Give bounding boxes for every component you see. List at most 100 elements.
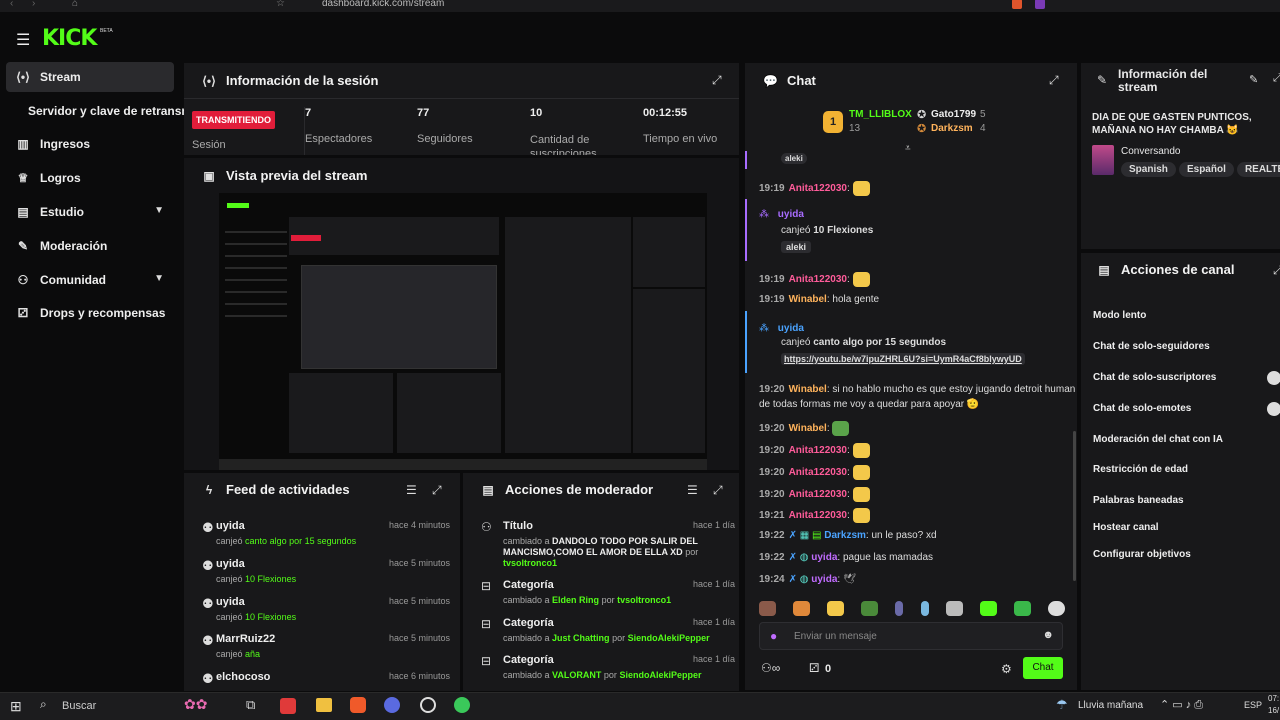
msg-time: 19:24 xyxy=(759,574,785,585)
filter-icon[interactable]: ☰ xyxy=(687,483,698,497)
emote-icon[interactable] xyxy=(793,600,811,616)
msg-user[interactable]: Anita122030 xyxy=(789,183,847,194)
tag-chip[interactable]: REALTEAM xyxy=(1236,162,1280,177)
sidebar-item-estudio[interactable]: ▤ Estudio ▼ xyxy=(6,197,174,227)
mod-by: SiendoAlekiPepper xyxy=(619,670,702,680)
expand-icon[interactable]: ⤢ xyxy=(712,73,722,88)
home-icon[interactable]: ⌂ xyxy=(72,0,78,9)
filter-icon[interactable]: ☰ xyxy=(406,483,417,497)
live-status-badge: TRANSMITIENDO xyxy=(192,111,275,129)
brave-icon[interactable] xyxy=(350,697,366,713)
msg-user[interactable]: Anita122030 xyxy=(789,274,847,285)
mod-by-label: por xyxy=(685,547,699,557)
expand-icon[interactable]: ⤢ xyxy=(1273,263,1280,278)
search-icon: ⌕ xyxy=(40,697,47,711)
sidebar-item-ingresos[interactable]: ▥ Ingresos xyxy=(6,129,174,159)
address-bar[interactable]: dashboard.kick.com/stream xyxy=(322,0,444,9)
msg-text: : xyxy=(846,445,850,457)
taskbar-search[interactable]: ⌕ Buscar xyxy=(34,695,174,717)
settings-icon[interactable]: ⚙ xyxy=(1001,662,1012,676)
kick-logo[interactable]: KICK xyxy=(42,26,97,51)
expand-icon[interactable]: ⤢ xyxy=(1273,72,1280,85)
emote-icon[interactable] xyxy=(920,600,929,616)
sidebar-item-comunidad[interactable]: ⚇ Comunidad ▼ xyxy=(6,265,174,295)
chat-message: 19:20 Winabel: si no hablo mucho es que e… xyxy=(759,384,1075,395)
sidebar-item-drops[interactable]: ⚂ Drops y recompensas xyxy=(6,298,174,328)
channel-action-subs-only[interactable]: Chat de solo-suscriptores xyxy=(1093,372,1279,383)
clock-time[interactable]: 07: xyxy=(1268,694,1279,703)
menu-icon[interactable]: ☰ xyxy=(16,30,30,50)
sidebar-item-server-key[interactable]: Servidor y clave de retransn xyxy=(18,96,188,126)
task-view-icon[interactable]: ⧉ xyxy=(246,697,255,713)
bookmark-icon[interactable]: ☆ xyxy=(276,0,285,9)
emote-icon[interactable] xyxy=(827,600,845,616)
channel-action-ai-moderation[interactable]: Moderación del chat con IA xyxy=(1093,434,1223,445)
app-icon[interactable] xyxy=(280,698,296,714)
stream-preview-panel: ▣ Vista previa del stream xyxy=(184,158,739,470)
forward-icon[interactable]: › xyxy=(32,0,35,9)
emotes-only-toggle[interactable] xyxy=(1267,402,1280,416)
msg-user[interactable]: Winabel xyxy=(789,294,827,305)
msg-user[interactable]: Anita122030 xyxy=(789,489,847,500)
msg-user[interactable]: Winabel xyxy=(789,384,827,395)
chat-scrollbar[interactable] xyxy=(1073,431,1076,581)
msg-user[interactable]: Anita122030 xyxy=(789,467,847,478)
sidebar-item-logros[interactable]: ♕ Logros xyxy=(6,163,174,193)
whatsapp-icon[interactable] xyxy=(454,697,470,713)
emote-icon[interactable] xyxy=(895,600,904,616)
emote-icon[interactable] xyxy=(1047,600,1065,616)
msg-user[interactable]: Anita122030 xyxy=(789,510,847,521)
channel-action-slow-mode[interactable]: Modo lento xyxy=(1093,310,1146,321)
sidebar-item-stream[interactable]: ⟨•⟩ Stream xyxy=(6,62,174,92)
channel-action-banned-words[interactable]: Palabras baneadas xyxy=(1093,495,1184,506)
panel-header: ⟨•⟩ Información de la sesión xyxy=(202,73,378,88)
send-chat-button[interactable]: Chat xyxy=(1023,657,1063,679)
gift-icon[interactable]: ⚂ xyxy=(809,661,819,675)
channel-action-host[interactable]: Hostear canal xyxy=(1093,522,1159,533)
channel-action-age-restriction[interactable]: Restricción de edad xyxy=(1093,464,1188,475)
folder-icon[interactable] xyxy=(316,698,332,712)
tag-chip[interactable]: Spanish xyxy=(1121,162,1176,177)
app-icon[interactable] xyxy=(384,697,400,713)
msg-user[interactable]: Winabel xyxy=(789,423,827,434)
clock-date[interactable]: 16/ xyxy=(1268,706,1279,715)
redeem-user[interactable]: uyida xyxy=(778,323,804,334)
sidebar-item-moderacion[interactable]: ✎ Moderación xyxy=(6,231,174,261)
app-icon[interactable] xyxy=(420,697,436,713)
emote-icon[interactable] xyxy=(1013,600,1031,616)
chat-message: 19:20 Anita122030: xyxy=(759,487,1069,502)
subs-only-toggle[interactable] xyxy=(1267,371,1280,385)
emote-icon[interactable] xyxy=(979,600,997,616)
emoji-icon[interactable]: ☻ xyxy=(1042,629,1054,641)
expand-icon[interactable]: ⤢ xyxy=(713,483,723,498)
link-users-icon[interactable]: ⚇∞ xyxy=(761,661,780,675)
stream-preview-video[interactable] xyxy=(219,193,707,470)
msg-user[interactable]: Anita122030 xyxy=(789,445,847,456)
tag-chip[interactable]: Español xyxy=(1178,162,1234,177)
emote-icon[interactable] xyxy=(861,600,879,616)
channel-action-goals[interactable]: Configurar objetivos xyxy=(1093,549,1191,560)
microphone-icon[interactable]: ● xyxy=(770,629,777,643)
channel-action-emotes-only[interactable]: Chat de solo-emotes xyxy=(1093,403,1191,414)
redeem-user[interactable]: uyida xyxy=(778,209,804,220)
tray-icons[interactable]: ⌃ ▭ ♪ ⎙ xyxy=(1160,698,1203,712)
back-icon[interactable]: ‹ xyxy=(10,0,13,9)
msg-user[interactable]: uyida xyxy=(811,574,837,585)
emote-icon[interactable] xyxy=(759,600,776,616)
extension-icon[interactable] xyxy=(1035,0,1045,9)
chat-input-box[interactable]: ● Enviar un mensaje ☻ xyxy=(759,622,1063,650)
channel-action-followers-only[interactable]: Chat de solo-seguidores xyxy=(1093,341,1210,352)
stat-label: Seguidores xyxy=(417,133,473,145)
language-indicator[interactable]: ESP xyxy=(1244,700,1262,710)
preview-mini-video xyxy=(301,265,497,369)
msg-user[interactable]: uyida xyxy=(811,552,837,563)
panel-title: Vista previa del stream xyxy=(226,168,368,183)
emote-icon[interactable] xyxy=(945,600,963,616)
expand-icon[interactable]: ⤢ xyxy=(1049,73,1059,88)
edit-icon[interactable]: ✎ xyxy=(1249,73,1258,86)
extension-icon[interactable] xyxy=(1012,0,1022,9)
msg-user[interactable]: Darkzsm xyxy=(824,530,866,541)
expand-icon[interactable]: ⤢ xyxy=(432,483,442,498)
windows-start-icon[interactable]: ⊞ xyxy=(10,698,22,715)
redeem-link[interactable]: https://youtu.be/w7ipuZHRL6U?si=UymR4aCf… xyxy=(781,353,1025,365)
